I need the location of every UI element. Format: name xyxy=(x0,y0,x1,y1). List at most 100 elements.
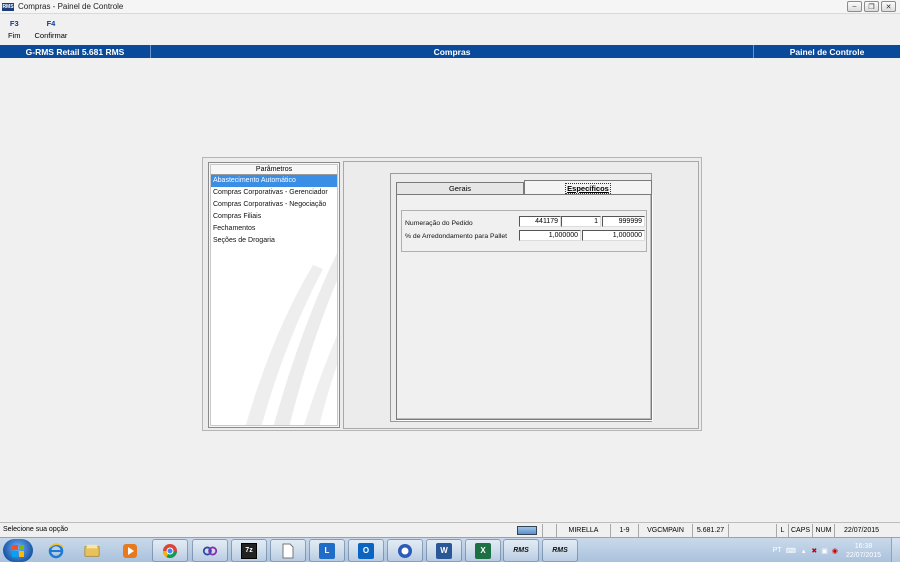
detail-panel: Gerais Específicos Numeração do Pedido %… xyxy=(343,161,699,429)
numeracao-label: Numeração do Pedido xyxy=(405,220,473,227)
clock-date: 22/07/2015 xyxy=(845,551,881,559)
taskbar-lync[interactable]: L xyxy=(309,539,345,562)
taskbar-rms-1[interactable]: RMS xyxy=(503,539,539,562)
f3-key-label: F3 xyxy=(9,19,19,28)
start-button[interactable] xyxy=(3,539,33,562)
list-item-compras-corp-negociacao[interactable]: Compras Corporativas - Negociação xyxy=(211,199,337,211)
taskbar-internet-explorer[interactable] xyxy=(38,539,74,562)
chrome-icon xyxy=(162,543,178,559)
list-item-compras-filiais[interactable]: Compras Filiais xyxy=(211,211,337,223)
onenote-icon xyxy=(397,543,413,559)
network-icon[interactable]: ✖ xyxy=(811,547,817,555)
window-controls: – ❐ ✕ xyxy=(847,1,896,12)
minimize-button[interactable]: – xyxy=(847,1,862,12)
tab-container: Gerais Específicos Numeração do Pedido %… xyxy=(390,173,652,422)
arredondamento-row: % de Arredondamento para Pallet xyxy=(405,231,525,242)
f4-confirmar-button[interactable]: F4 Confirmar xyxy=(35,19,68,44)
taskbar-onenote[interactable] xyxy=(387,539,423,562)
status-message: Selecione sua opção xyxy=(3,526,68,533)
rms-app-icon-2: RMS xyxy=(552,547,568,554)
numeracao-field-1[interactable] xyxy=(519,216,561,227)
7zip-icon: 7z xyxy=(241,542,257,559)
parametros-list[interactable]: Parâmetros Abastecimento Automático Comp… xyxy=(210,164,338,426)
show-desktop-button[interactable] xyxy=(891,538,900,562)
control-panel: Parâmetros Abastecimento Automático Comp… xyxy=(202,157,702,431)
status-user: MIRELLA xyxy=(556,524,610,537)
keyboard-icon[interactable]: ⌨ xyxy=(786,547,796,555)
windows-taskbar: 7z L O W X RMS RMS PT ⌨ ▴ ✖ ▣ ◉ 16:38 22… xyxy=(0,537,900,562)
clock-time: 16:38 xyxy=(854,542,873,550)
taskbar-word[interactable]: W xyxy=(426,539,462,562)
watermark-graphic xyxy=(245,253,337,425)
status-bar: Selecione sua opção MIRELLA 1-9 VGCMPAIN… xyxy=(0,522,900,537)
numeracao-row: Numeração do Pedido xyxy=(405,218,525,229)
internet-explorer-icon xyxy=(48,543,64,559)
window-titlebar: RMS Compras - Painel de Controle – ❐ ✕ xyxy=(0,0,900,14)
tab-especificos[interactable]: Específicos xyxy=(524,180,652,195)
product-version: G-RMS Retail 5.681 RMS xyxy=(0,45,151,58)
status-caps: CAPS xyxy=(788,524,812,537)
arredondamento-field-2[interactable] xyxy=(582,230,645,241)
f4-action-label: Confirmar xyxy=(34,31,68,40)
chain-app-icon xyxy=(202,543,218,559)
list-item-compras-corp-gerenciador[interactable]: Compras Corporativas - Gerenciador xyxy=(211,187,337,199)
module-header-bar: G-RMS Retail 5.681 RMS Compras Painel de… xyxy=(0,45,900,58)
taskbar-media-player[interactable] xyxy=(112,539,148,562)
parametros-title: Parâmetros xyxy=(211,165,337,175)
module-name: Compras xyxy=(151,45,754,58)
status-date: 22/07/2015 xyxy=(834,524,888,537)
keyboard-status-icon xyxy=(517,526,537,535)
tab-especificos-label: Específicos xyxy=(565,182,611,194)
list-item-fechamentos[interactable]: Fechamentos xyxy=(211,223,337,235)
taskbar-file-manager[interactable] xyxy=(74,539,110,562)
restore-button[interactable]: ❐ xyxy=(864,1,879,12)
status-num: NUM xyxy=(812,524,834,537)
status-l: L xyxy=(776,524,788,537)
taskbar-document[interactable] xyxy=(270,539,306,562)
outlook-icon: O xyxy=(358,542,374,559)
taskbar-excel[interactable]: X xyxy=(465,539,501,562)
function-key-bar: F3 Fim F4 Confirmar xyxy=(0,14,900,44)
rms-logo-icon: RMS xyxy=(2,2,14,11)
status-program: VGCMPAIN xyxy=(638,524,692,537)
language-indicator[interactable]: PT xyxy=(773,547,782,554)
list-item-abastecimento[interactable]: Abastecimento Automático xyxy=(211,175,337,187)
tray-expand-icon[interactable]: ▴ xyxy=(802,547,806,555)
taskbar-outlook[interactable]: O xyxy=(348,539,384,562)
f3-fim-button[interactable]: F3 Fim xyxy=(8,19,21,44)
arredondamento-label: % de Arredondamento para Pallet xyxy=(405,233,508,240)
tab-gerais[interactable]: Gerais xyxy=(396,182,524,194)
security-icon[interactable]: ◉ xyxy=(832,547,838,555)
tab-page-especificos: Numeração do Pedido % de Arredondamento … xyxy=(396,194,652,420)
rms-app-icon: RMS xyxy=(513,547,529,554)
parametros-list-box: Parâmetros Abastecimento Automático Comp… xyxy=(208,162,340,428)
system-tray: PT ⌨ ▴ ✖ ▣ ◉ 16:38 22/07/2015 xyxy=(773,538,900,562)
lync-icon: L xyxy=(319,542,335,559)
numeracao-field-2[interactable] xyxy=(561,216,601,227)
windows-logo-icon xyxy=(12,544,24,557)
status-version: 5.681.27 xyxy=(692,524,728,537)
status-blank-cell xyxy=(542,524,556,537)
taskbar-chrome[interactable] xyxy=(152,539,188,562)
taskbar-7zip[interactable]: 7z xyxy=(231,539,267,562)
list-item-secoes-drogaria[interactable]: Seções de Drogaria xyxy=(211,235,337,247)
status-blank-cell-2 xyxy=(728,524,776,537)
taskbar-rms-2[interactable]: RMS xyxy=(542,539,578,562)
word-icon: W xyxy=(436,542,452,559)
display-icon[interactable]: ▣ xyxy=(821,547,828,555)
taskbar-app-chain[interactable] xyxy=(192,539,228,562)
taskbar-clock[interactable]: 16:38 22/07/2015 xyxy=(846,542,881,560)
close-button[interactable]: ✕ xyxy=(881,1,896,12)
parameters-group: Numeração do Pedido % de Arredondamento … xyxy=(401,210,647,252)
f3-action-label: Fim xyxy=(8,31,21,40)
excel-icon: X xyxy=(475,542,491,559)
arredondamento-field-1[interactable] xyxy=(519,230,581,241)
numeracao-field-3[interactable] xyxy=(602,216,645,227)
f4-key-label: F4 xyxy=(46,19,56,28)
status-image-cell xyxy=(512,524,542,537)
window-title: Compras - Painel de Controle xyxy=(18,2,124,11)
document-icon xyxy=(280,543,296,559)
media-player-icon xyxy=(122,543,138,559)
screen-name: Painel de Controle xyxy=(789,46,865,57)
folder-icon xyxy=(84,543,100,559)
